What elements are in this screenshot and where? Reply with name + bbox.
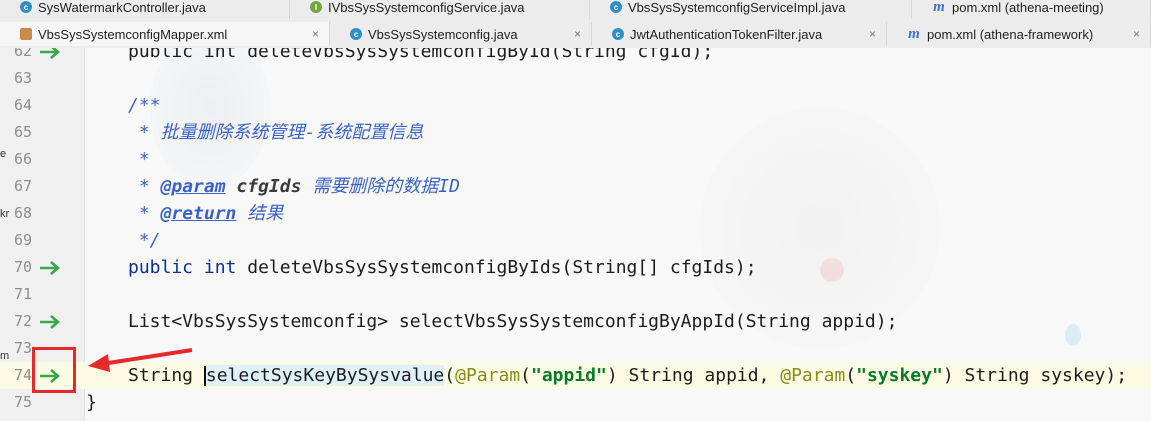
code-line-70: 70 public int deleteVbsSysSystemconfigBy… <box>0 254 1151 281</box>
code-line-69: 69 */ <box>0 227 1151 254</box>
line-number: 64 <box>13 96 32 114</box>
code-line-62: 62 public int deleteVbsSysSystemconfigBy… <box>0 48 1151 65</box>
code-line-68: 68 * @return 结果 <box>0 200 1151 227</box>
implementation-arrow-icon[interactable] <box>38 48 62 62</box>
tab-label: pom.xml (athena-meeting) <box>952 0 1104 15</box>
editor-tab-bar: c SysWatermarkController.java I IVbsSysSys… <box>0 0 1151 49</box>
line-number: 74 <box>13 366 32 384</box>
line-number: 75 <box>13 393 32 411</box>
close-tab-icon[interactable]: × <box>1133 27 1140 41</box>
line-number: 68 <box>13 204 32 222</box>
line-number: 69 <box>13 231 32 249</box>
line-number: 65 <box>13 123 32 141</box>
code-line-65: 65 * 批量删除系统管理-系统配置信息 <box>0 119 1151 146</box>
line-number: 62 <box>13 48 32 60</box>
tab-label: pom.xml (athena-framework) <box>927 26 1094 42</box>
javadoc-prefix: * <box>128 176 161 197</box>
javadoc-line: * <box>128 149 150 170</box>
javadoc-line: * @param cfgIds 需要删除的数据ID <box>128 173 460 200</box>
javadoc-prefix: * <box>128 203 161 224</box>
line-number: 66 <box>13 150 32 168</box>
tab-label: SysWatermarkController.java <box>38 0 206 15</box>
paren-open: ( <box>444 365 456 386</box>
javadoc-return-desc: 结果 <box>247 203 284 224</box>
method-name: selectSysKeyBySysvalue <box>205 365 445 386</box>
highlight-box-annotation <box>32 347 76 393</box>
string-literal: "appid" <box>531 365 607 386</box>
close-tab-icon[interactable]: × <box>869 27 876 41</box>
tab-vbs-sys-systemconfig-service-impl[interactable]: c VbsSysSystemconfigServiceImpl.java <box>590 0 912 19</box>
java-class-icon: c <box>20 1 32 13</box>
line-number: 72 <box>13 312 32 330</box>
tab-pom-athena-meeting[interactable]: m pom.xml (athena-meeting) <box>912 0 1151 19</box>
javadoc-param-name: cfgIds <box>236 176 302 197</box>
code-text: String selectSysKeyBySysvalue(@Param("ap… <box>128 362 1127 389</box>
red-arrow-annotation <box>88 348 193 372</box>
line-number: 70 <box>13 258 32 276</box>
javadoc-line: * @return 结果 <box>128 200 283 227</box>
implementation-arrow-icon[interactable] <box>38 312 62 332</box>
java-class-icon: c <box>610 1 622 13</box>
code-line-72: 72 List<VbsSysSystemconfig> selectVbsSys… <box>0 308 1151 335</box>
java-class-icon: c <box>612 28 624 40</box>
line-number: 71 <box>13 285 32 303</box>
javadoc-close: */ <box>128 230 161 251</box>
tab-row-2: VbsSysSystemconfigMapper.xml × c VbsSysSys… <box>0 22 1151 46</box>
tab-label: VbsSysSystemconfigMapper.xml <box>38 26 228 42</box>
javadoc-param-desc: 需要删除的数据ID <box>312 176 460 197</box>
param-declaration: ) String appid, <box>606 365 781 386</box>
implementation-arrow-icon[interactable] <box>38 258 62 278</box>
close-tab-icon[interactable]: × <box>312 27 319 41</box>
paren-open: ( <box>845 365 857 386</box>
tab-vbs-sys-systemconfig-mapper-xml[interactable]: VbsSysSystemconfigMapper.xml × <box>0 22 330 46</box>
code-text: } <box>86 392 97 413</box>
tab-label: VbsSysSystemconfigServiceImpl.java <box>628 0 846 15</box>
code-line-71: 71 <box>0 281 1151 308</box>
javadoc-line: * 批量删除系统管理-系统配置信息 <box>128 119 424 146</box>
line-number: 73 <box>13 339 32 357</box>
javadoc-summary: 批量删除系统管理-系统配置信息 <box>160 122 424 143</box>
paren-open: ( <box>520 365 531 386</box>
tab-label: VbsSysSystemconfig.java <box>368 26 518 42</box>
annotation-param: @Param <box>780 365 846 386</box>
line-number: 67 <box>13 177 32 195</box>
javadoc-open: /** <box>128 95 161 116</box>
tab-row-1: c SysWatermarkController.java I IVbsSysSys… <box>0 0 1151 19</box>
tab-pom-athena-framework[interactable]: m pom.xml (athena-framework) × <box>887 22 1151 46</box>
javadoc-return-tag: @return <box>160 203 237 224</box>
tab-vbs-sys-systemconfig[interactable]: c VbsSysSystemconfig.java × <box>330 22 592 46</box>
java-interface-icon: I <box>310 1 322 13</box>
maven-icon: m <box>933 0 945 15</box>
tab-sys-watermark-controller[interactable]: c SysWatermarkController.java <box>0 0 290 19</box>
string-literal: "syskey" <box>856 365 943 386</box>
close-tab-icon[interactable]: × <box>574 27 581 41</box>
code-text: List<VbsSysSystemconfig> selectVbsSysSys… <box>128 311 898 332</box>
java-class-icon: c <box>350 28 362 40</box>
maven-icon: m <box>908 25 920 42</box>
method-signature: deleteVbsSysSystemconfigByIds(String[] c… <box>247 257 757 278</box>
tab-label: IVbsSysSystemconfigService.java <box>328 0 525 15</box>
code-line-66: 66 * <box>0 146 1151 173</box>
tab-label: JwtAuthenticationTokenFilter.java <box>630 26 823 42</box>
code-line-64: 64 /** <box>0 92 1151 119</box>
line-number: 63 <box>13 69 32 87</box>
javadoc-param-tag: @param <box>160 176 226 197</box>
annotation-param: @Param <box>455 365 521 386</box>
xml-file-icon <box>20 28 32 40</box>
tab-jwt-authentication-token-filter[interactable]: c JwtAuthenticationTokenFilter.java × <box>592 22 887 46</box>
tab-ivbs-sys-systemconfig-service[interactable]: I IVbsSysSystemconfigService.java <box>290 0 590 19</box>
param-declaration: ) String syskey); <box>942 365 1128 386</box>
code-line-63: 63 <box>0 65 1151 92</box>
code-text: public int deleteVbsSysSystemconfigById(… <box>128 48 714 62</box>
keyword-int: int <box>203 257 237 278</box>
code-line-67: 67 * @param cfgIds 需要删除的数据ID <box>0 173 1151 200</box>
code-editor[interactable]: e kr m 62 public int deleteVbsSysSystemc… <box>0 48 1151 421</box>
code-text: public int deleteVbsSysSystemconfigByIds… <box>128 254 757 281</box>
javadoc-prefix: * <box>128 122 161 143</box>
code-line-75: 75 } <box>0 389 1151 416</box>
keyword-public: public <box>128 257 194 278</box>
